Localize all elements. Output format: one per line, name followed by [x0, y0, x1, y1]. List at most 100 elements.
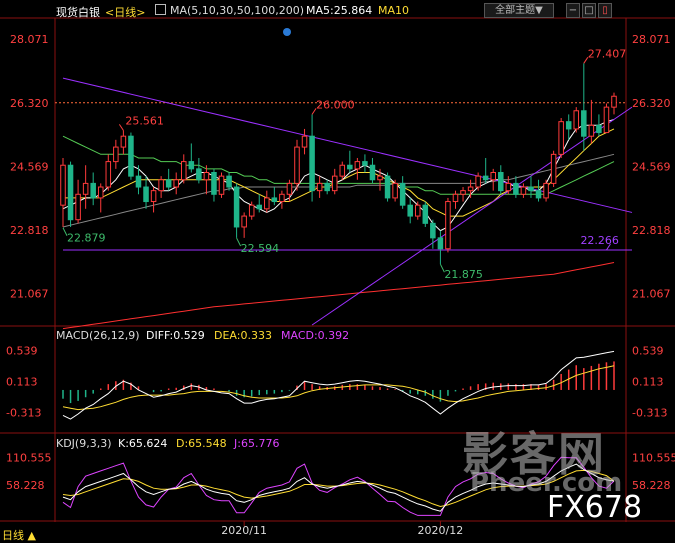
candle-body — [173, 179, 179, 188]
candle-body — [150, 190, 157, 203]
kdj-tick-right: 110.555 — [632, 452, 675, 465]
candle-body — [543, 182, 549, 199]
candle-body — [233, 186, 240, 228]
candle-body — [256, 204, 263, 210]
candle-body — [82, 182, 89, 195]
candle-body — [165, 179, 172, 188]
candle-body — [467, 186, 474, 192]
watermark-fx678: FX678 — [547, 490, 643, 525]
macd-label: MACD(26,12,9) — [56, 329, 140, 342]
candle-body — [452, 193, 459, 203]
period-label[interactable]: <日线> — [105, 4, 145, 20]
candle-body — [565, 121, 572, 130]
candle-body — [490, 172, 496, 181]
candle-body — [475, 175, 481, 188]
close-icon[interactable]: ▯ — [598, 3, 612, 18]
candle-body — [498, 172, 504, 192]
candle-body — [301, 135, 308, 148]
restore-icon[interactable]: □ — [582, 3, 596, 18]
kdj-d-value: D:65.548 — [176, 437, 227, 450]
candle-body — [581, 110, 587, 137]
candle-body — [399, 182, 406, 206]
candle-body — [113, 146, 119, 163]
candle-body — [218, 175, 225, 195]
candle-body — [158, 179, 164, 192]
ma10-value: MA10 — [378, 4, 410, 17]
candle-body — [241, 215, 247, 228]
symbol-label: 现货白银 — [56, 6, 100, 19]
candle-body — [67, 164, 74, 221]
candle-body — [422, 204, 429, 224]
candle-body — [347, 164, 353, 170]
theme-dropdown-button[interactable]: 全部主题▼ — [484, 3, 554, 18]
candle-body — [377, 175, 383, 181]
candle-body — [460, 190, 466, 195]
candle-body — [505, 182, 512, 192]
candle-body — [482, 175, 489, 181]
candle-body — [550, 153, 557, 184]
price-annotation: 21.875 — [444, 268, 483, 281]
candle-body — [520, 186, 527, 195]
macd-tick-left: -0.313 — [6, 407, 41, 420]
price-tick-left: 24.569 — [10, 160, 49, 173]
candle-body — [211, 172, 217, 195]
period-switch-button[interactable]: 日线 ▲ — [2, 527, 36, 543]
candle-body — [128, 135, 134, 177]
candle-body — [279, 193, 285, 203]
candle-body — [105, 161, 112, 188]
macd-tick-left: 0.113 — [6, 376, 38, 389]
candle-body — [188, 161, 195, 170]
x-tick-label: 2020/12 — [418, 524, 464, 537]
candle-body — [430, 222, 436, 239]
candle-body — [316, 182, 323, 192]
ma5-value: MA5:25.864 — [306, 4, 373, 17]
legend-toggle-icon[interactable] — [155, 4, 166, 15]
price-tick-right: 22.818 — [632, 224, 671, 237]
candle-body — [414, 204, 421, 217]
price-tick-left: 21.067 — [10, 288, 49, 301]
candle-body — [603, 106, 610, 134]
candle-body — [331, 175, 338, 192]
candle-body — [445, 201, 451, 250]
candle-body — [248, 204, 255, 217]
candle-body — [226, 175, 232, 188]
minimize-icon[interactable]: − — [566, 3, 580, 18]
candle-body — [528, 186, 534, 192]
candle-body — [384, 175, 391, 199]
candle-body — [286, 182, 293, 195]
candle-body — [611, 95, 617, 108]
candle-body — [120, 135, 127, 148]
candle-body — [392, 182, 398, 199]
candle-body — [181, 161, 187, 181]
price-tick-right: 24.569 — [632, 160, 671, 173]
candle-body — [135, 175, 142, 188]
candle-body — [573, 110, 580, 130]
candle-body — [90, 182, 96, 199]
kdj-tick-left: 58.228 — [6, 479, 45, 492]
price-annotation: 27.407 — [588, 47, 627, 60]
candle-body — [97, 186, 104, 199]
price-tick-right: 28.071 — [632, 33, 671, 46]
candle-body — [596, 124, 602, 134]
candle-body — [362, 161, 368, 166]
candle-body — [324, 182, 330, 192]
candle-body — [309, 135, 315, 192]
macd-diff-value: DIFF:0.529 — [146, 329, 205, 342]
price-tick-left: 22.818 — [10, 224, 49, 237]
candle-body — [264, 197, 270, 210]
candle-body — [354, 161, 361, 170]
candle-body — [588, 124, 595, 137]
kdj-tick-left: 110.555 — [6, 452, 52, 465]
candle-body — [203, 172, 210, 181]
candle-body — [294, 146, 300, 184]
candle-body — [535, 190, 542, 199]
candle-body — [437, 237, 444, 250]
candle-body — [271, 197, 278, 203]
candle-body — [143, 186, 149, 203]
kdj-label: KDJ(9,3,3) — [56, 437, 112, 450]
candle-body — [196, 168, 202, 181]
event-marker-icon — [283, 28, 291, 36]
candle-body — [407, 204, 413, 217]
candle-body — [369, 164, 376, 181]
candle-body — [558, 121, 564, 155]
